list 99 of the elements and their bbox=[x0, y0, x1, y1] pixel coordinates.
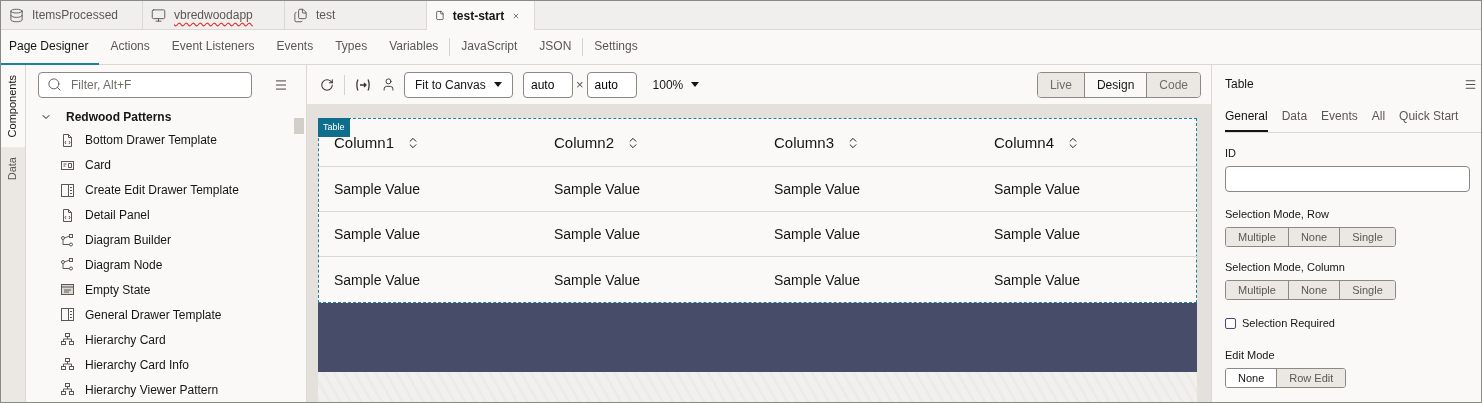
group-header[interactable]: Redwood Patterns bbox=[26, 98, 306, 128]
component-item[interactable]: Detail Panel bbox=[26, 202, 306, 228]
property-tab[interactable]: Quick Start bbox=[1399, 103, 1459, 132]
scrollbar-thumb[interactable] bbox=[294, 118, 304, 134]
menu-icon[interactable] bbox=[1464, 77, 1477, 91]
hierarchy-icon bbox=[61, 383, 74, 396]
table-cell-text: Sample Value bbox=[993, 270, 1082, 290]
segment-button[interactable]: Single bbox=[1339, 281, 1395, 299]
component-item[interactable]: Empty State bbox=[26, 277, 306, 303]
designer-tab[interactable]: Variables bbox=[378, 29, 450, 65]
table-cell: Sample Value bbox=[539, 167, 759, 212]
segment-button[interactable]: None bbox=[1287, 228, 1340, 246]
component-item[interactable]: General Drawer Template bbox=[26, 302, 306, 328]
file-icon bbox=[435, 8, 445, 23]
designer-tab[interactable]: Event Listeners bbox=[160, 29, 266, 65]
table-cell-text: Sample Value bbox=[773, 270, 862, 290]
table-cell: Sample Value bbox=[979, 212, 1199, 257]
filter-field[interactable]: Filter, Alt+F bbox=[38, 72, 252, 98]
panel-title: Table bbox=[1225, 77, 1254, 91]
column-label: Column3 bbox=[774, 134, 835, 151]
component-item[interactable]: Hierarchy Viewer Pattern bbox=[26, 377, 306, 402]
field-label: Selection Mode, Row bbox=[1225, 208, 1330, 220]
panel-icon bbox=[61, 308, 74, 322]
tab-label: vbredwoodapp bbox=[174, 8, 253, 22]
checkbox[interactable] bbox=[1225, 317, 1236, 329]
pages-icon bbox=[293, 7, 308, 23]
designer-tab[interactable]: Types bbox=[324, 29, 379, 65]
user-icon[interactable] bbox=[381, 77, 396, 92]
designer-tab[interactable]: JavaScript bbox=[450, 29, 529, 65]
designer-tab[interactable]: Page Designer bbox=[1, 29, 100, 65]
column-label: Column1 bbox=[334, 134, 395, 151]
table-cell: Sample Value bbox=[539, 212, 759, 257]
component-item[interactable]: Hierarchy Card Info bbox=[26, 352, 306, 378]
segment-button[interactable]: Multiple bbox=[1226, 281, 1288, 299]
file-tab[interactable]: test-start bbox=[427, 1, 535, 30]
view-mode-button[interactable]: Code bbox=[1146, 72, 1200, 97]
document-icon bbox=[61, 208, 74, 222]
field-label: Selection Mode, Column bbox=[1225, 261, 1346, 273]
designer-tab[interactable]: Actions bbox=[99, 29, 161, 65]
side-tab[interactable]: Components bbox=[1, 65, 25, 148]
component-badge: Table bbox=[318, 118, 350, 137]
card-icon bbox=[61, 158, 74, 172]
table-cell: Sample Value bbox=[319, 167, 539, 212]
segment-button[interactable]: Single bbox=[1339, 228, 1395, 246]
search-icon bbox=[47, 77, 62, 92]
table-cell: Sample Value bbox=[759, 167, 979, 212]
field-label: Edit Mode bbox=[1225, 349, 1276, 361]
property-tab[interactable]: All bbox=[1371, 103, 1386, 132]
column-label: Column4 bbox=[994, 134, 1055, 151]
monitor-icon bbox=[151, 7, 166, 23]
tab-label: ItemsProcessed bbox=[32, 8, 119, 22]
field-label: ID bbox=[1225, 147, 1237, 159]
component-item[interactable]: Bottom Drawer Template bbox=[26, 128, 306, 153]
tab-label: test-start bbox=[452, 8, 505, 23]
caret-icon bbox=[494, 82, 502, 87]
hierarchy-icon bbox=[61, 333, 74, 347]
group-label: Redwood Patterns bbox=[66, 110, 172, 124]
property-tab[interactable]: Data bbox=[1281, 103, 1308, 132]
tab-label: test bbox=[316, 8, 336, 22]
table-cell: Sample Value bbox=[979, 167, 1199, 212]
diagram-icon bbox=[61, 233, 74, 247]
height-field[interactable]: auto bbox=[586, 71, 637, 98]
segment-button[interactable]: Row Edit bbox=[1276, 369, 1346, 387]
id-field[interactable] bbox=[1225, 166, 1470, 192]
component-item[interactable]: Hierarchy Card bbox=[26, 327, 306, 353]
view-mode-button[interactable]: Live bbox=[1037, 72, 1084, 97]
segment-button[interactable]: None bbox=[1226, 369, 1277, 387]
checkbox-label: Selection Required bbox=[1242, 317, 1335, 329]
hierarchy-icon bbox=[61, 358, 74, 372]
panel-icon bbox=[61, 183, 74, 197]
component-item[interactable]: Create Edit Drawer Template bbox=[26, 177, 306, 203]
database-icon bbox=[9, 7, 24, 23]
component-item[interactable]: Diagram Builder bbox=[26, 227, 306, 253]
column-label: Column2 bbox=[554, 134, 615, 151]
zoom-dropdown[interactable]: 100% bbox=[646, 77, 706, 92]
component-item[interactable]: Card bbox=[26, 152, 306, 178]
table-cell-text: Sample Value bbox=[553, 270, 642, 290]
table-cell: Sample Value bbox=[319, 212, 539, 257]
property-tab[interactable]: Events bbox=[1321, 103, 1358, 132]
diagram-icon bbox=[61, 258, 74, 272]
variable-icon[interactable] bbox=[355, 77, 371, 92]
fit-dropdown[interactable]: Fit to Canvas bbox=[404, 71, 513, 98]
refresh-icon[interactable] bbox=[320, 77, 334, 92]
width-field[interactable]: auto bbox=[523, 71, 573, 98]
document-icon bbox=[61, 133, 74, 147]
caret-icon bbox=[691, 82, 700, 87]
designer-tab[interactable]: Settings bbox=[583, 29, 649, 65]
table-cell: Sample Value bbox=[759, 212, 979, 257]
designer-tab[interactable]: JSON bbox=[528, 29, 583, 65]
table-preview[interactable]: Column1 Column2 Column3 Column4 Sample Value Sample Value Sample Value Sample Value Sample Value Sample Value Sample Value Sample Value Sample Value Sample Value Sample Value Sample Value Table bbox=[318, 118, 1197, 303]
property-tab[interactable]: General bbox=[1225, 103, 1268, 132]
segment-button[interactable]: None bbox=[1287, 281, 1340, 299]
menu-icon[interactable] bbox=[274, 78, 288, 92]
designer-tab[interactable]: Events bbox=[265, 29, 325, 65]
window-icon bbox=[61, 283, 74, 297]
segment-button[interactable]: Multiple bbox=[1226, 228, 1288, 246]
component-item[interactable]: Diagram Node bbox=[26, 252, 306, 278]
times-sign: × bbox=[576, 77, 584, 92]
table-cell-text: Sample Value bbox=[333, 270, 422, 290]
